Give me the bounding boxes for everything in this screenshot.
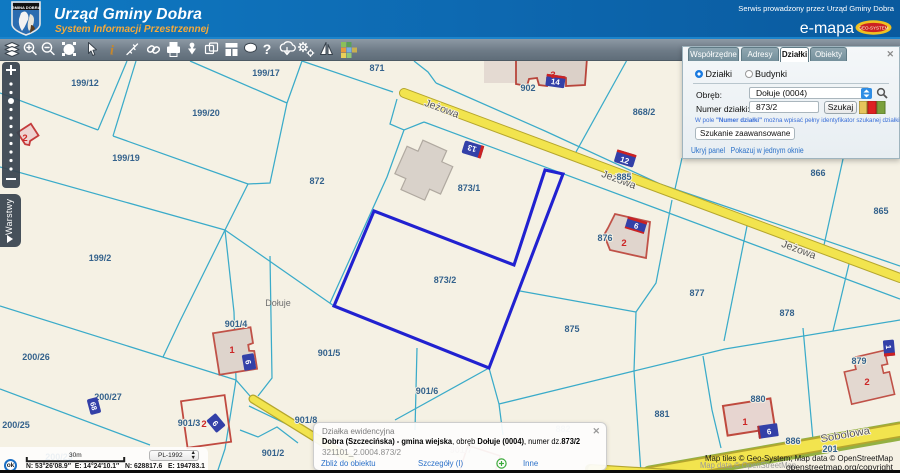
svg-text:2: 2	[864, 377, 869, 388]
svg-text:1: 1	[229, 345, 235, 356]
svg-text:GEO-SYSTEM: GEO-SYSTEM	[858, 26, 888, 31]
svg-text:879: 879	[851, 356, 866, 366]
svg-text:901/2: 901/2	[262, 448, 285, 458]
svg-text:199/17: 199/17	[252, 68, 280, 78]
svg-text:876: 876	[597, 233, 612, 243]
svg-text:877: 877	[689, 288, 704, 298]
svg-text:199/12: 199/12	[71, 78, 99, 88]
svg-text:880: 880	[750, 394, 765, 404]
svg-text:868/2: 868/2	[633, 107, 656, 117]
svg-text:865: 865	[873, 206, 888, 216]
svg-text:873/1: 873/1	[458, 183, 481, 193]
svg-text:901/4: 901/4	[225, 319, 248, 329]
svg-text:Dołuje: Dołuje	[265, 298, 291, 308]
svg-text:901/3: 901/3	[178, 418, 201, 428]
svg-text:873/2: 873/2	[434, 275, 457, 285]
svg-text:30m: 30m	[69, 452, 82, 459]
svg-text:GMINA DOBRA: GMINA DOBRA	[12, 5, 41, 10]
svg-text:1: 1	[884, 345, 893, 350]
svg-text:199/20: 199/20	[192, 108, 220, 118]
svg-text:878: 878	[779, 308, 794, 318]
svg-text:2: 2	[22, 133, 27, 144]
svg-text:872: 872	[309, 176, 324, 186]
svg-text:200/25: 200/25	[2, 420, 30, 430]
svg-text:2: 2	[621, 238, 626, 249]
svg-text:901/5: 901/5	[318, 348, 341, 358]
svg-text:866: 866	[810, 168, 825, 178]
svg-text:885: 885	[616, 172, 631, 182]
svg-text:3: 3	[550, 70, 555, 81]
svg-text:199/19: 199/19	[112, 153, 140, 163]
svg-text:?: ?	[263, 41, 272, 57]
svg-text:881: 881	[654, 409, 669, 419]
svg-text:901/6: 901/6	[416, 386, 439, 396]
svg-text:200/26: 200/26	[22, 352, 50, 362]
svg-text:2: 2	[201, 419, 206, 430]
svg-text:902: 902	[520, 83, 535, 93]
svg-text:1: 1	[742, 417, 748, 428]
svg-text:886: 886	[785, 436, 800, 446]
svg-text:i: i	[110, 44, 114, 59]
svg-text:871: 871	[369, 63, 384, 73]
svg-text:875: 875	[564, 324, 579, 334]
svg-text:200/27: 200/27	[94, 392, 122, 402]
svg-text:199/2: 199/2	[89, 253, 112, 263]
